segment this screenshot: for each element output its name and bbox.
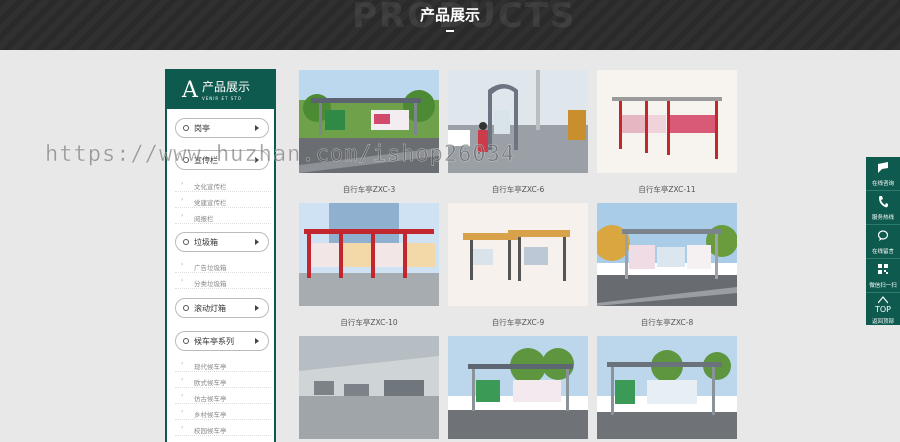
sidebar-header: A 产品展示 VENIR ET STO bbox=[167, 69, 274, 109]
subitem-yuebao[interactable]: › 阅报栏 bbox=[175, 209, 271, 224]
category-label: 滚动灯箱 bbox=[194, 304, 226, 313]
subitem-label: 欧式候车亭 bbox=[194, 379, 227, 387]
bullet-icon bbox=[183, 305, 189, 311]
product-name[interactable]: 自行车亭ZXC-6 bbox=[448, 184, 588, 195]
subitem-xiaoyuan[interactable]: › 校园候车亭 bbox=[175, 421, 271, 436]
qrcode-icon bbox=[878, 264, 888, 274]
product-image[interactable] bbox=[448, 336, 588, 439]
arrow-up-icon bbox=[878, 296, 888, 304]
product-image[interactable] bbox=[299, 336, 439, 439]
message-icon bbox=[878, 230, 888, 241]
product-image[interactable] bbox=[299, 70, 439, 173]
arrow-right-icon bbox=[255, 239, 259, 245]
category-label: 候车亭系列 bbox=[194, 337, 234, 346]
subitem-label: 现代候车亭 bbox=[194, 363, 227, 371]
arrow-right-icon bbox=[255, 305, 259, 311]
product-name[interactable]: 自行车亭ZXC-11 bbox=[597, 184, 737, 195]
float-label: 服务热线 bbox=[871, 215, 894, 221]
wechat-scan-button[interactable]: 微信扫一扫 bbox=[866, 259, 900, 293]
page-title: 产品展示 bbox=[419, 6, 480, 24]
sidebar-subtitle: VENIR ET STO bbox=[202, 96, 242, 101]
bullet-icon: › bbox=[181, 392, 184, 399]
title-underline bbox=[446, 30, 454, 32]
bullet-icon: › bbox=[181, 408, 184, 415]
product-name[interactable]: 自行车亭ZXC-10 bbox=[299, 317, 439, 328]
bullet-icon: › bbox=[181, 376, 184, 383]
product-name[interactable]: 自行车亭ZXC-9 bbox=[448, 317, 588, 328]
bullet-icon: › bbox=[181, 196, 184, 203]
category-xuanchuanlan[interactable]: 宣传栏 bbox=[175, 150, 269, 170]
bullet-icon: › bbox=[181, 212, 184, 219]
back-to-top-button[interactable]: TOP 返回顶部 bbox=[866, 293, 900, 327]
bullet-icon: › bbox=[181, 277, 184, 284]
sidebar-letter: A bbox=[182, 78, 198, 103]
floating-contact-bar: 在线咨询 服务热线 在线留言 微信扫一扫 TOP 返回顶部 bbox=[866, 157, 900, 325]
subitem-dangjian[interactable]: › 党建宣传栏 bbox=[175, 193, 271, 208]
category-label: 宣传栏 bbox=[194, 156, 218, 165]
subitem-wenhua[interactable]: › 文化宣传栏 bbox=[175, 177, 271, 192]
subitem-label: 分类垃圾箱 bbox=[194, 280, 227, 288]
top-text: TOP bbox=[874, 305, 891, 314]
chat-icon bbox=[878, 162, 888, 173]
product-image[interactable] bbox=[597, 336, 737, 439]
online-message-button[interactable]: 在线留言 bbox=[866, 225, 900, 259]
arrow-right-icon bbox=[255, 125, 259, 131]
subitem-label: 乡村候车亭 bbox=[194, 411, 227, 419]
bullet-icon bbox=[183, 338, 189, 344]
bullet-icon bbox=[183, 157, 189, 163]
page-banner: PRODUCTS 产品展示 bbox=[0, 0, 900, 50]
watermark-text: https://www.huzhan.com/ishop26034 bbox=[45, 142, 516, 167]
category-lajixiang[interactable]: 垃圾箱 bbox=[175, 232, 269, 252]
category-label: 岗亭 bbox=[194, 124, 210, 133]
product-image[interactable] bbox=[448, 70, 588, 173]
bullet-icon: › bbox=[181, 424, 184, 431]
category-gundong-dengxiang[interactable]: 滚动灯箱 bbox=[175, 298, 269, 318]
phone-icon bbox=[879, 196, 888, 208]
float-label: 在线留言 bbox=[871, 249, 894, 255]
bullet-icon: › bbox=[181, 360, 184, 367]
online-consult-button[interactable]: 在线咨询 bbox=[866, 157, 900, 191]
float-label: 在线咨询 bbox=[871, 181, 894, 187]
subitem-label: 校园候车亭 bbox=[194, 427, 227, 435]
bullet-icon bbox=[183, 239, 189, 245]
product-name[interactable]: 自行车亭ZXC-3 bbox=[299, 184, 439, 195]
subitem-oushi[interactable]: › 欧式候车亭 bbox=[175, 373, 271, 388]
subitem-fenlei-laji[interactable]: › 分类垃圾箱 bbox=[175, 274, 271, 289]
float-label: 微信扫一扫 bbox=[869, 283, 897, 289]
category-houcheting[interactable]: 候车亭系列 bbox=[175, 331, 269, 351]
bullet-icon: › bbox=[181, 261, 184, 268]
category-gangting[interactable]: 岗亭 bbox=[175, 118, 269, 138]
service-hotline-button[interactable]: 服务热线 bbox=[866, 191, 900, 225]
arrow-right-icon bbox=[255, 157, 259, 163]
bullet-icon: › bbox=[181, 180, 184, 187]
subitem-xiangcun[interactable]: › 乡村候车亭 bbox=[175, 405, 271, 420]
product-sidebar: A 产品展示 VENIR ET STO 岗亭 宣传栏 › 文化宣传栏 › 党建宣传栏… bbox=[165, 69, 276, 442]
subitem-label: 阅报栏 bbox=[194, 215, 214, 223]
category-label: 垃圾箱 bbox=[194, 238, 218, 247]
subitem-xiandai[interactable]: › 现代候车亭 bbox=[175, 357, 271, 372]
subitem-guanggao-laji[interactable]: › 广告垃圾箱 bbox=[175, 258, 271, 273]
subitem-label: 广告垃圾箱 bbox=[194, 264, 227, 272]
product-image[interactable] bbox=[448, 203, 588, 306]
product-image[interactable] bbox=[597, 70, 737, 173]
subitem-fanggu[interactable]: › 仿古候车亭 bbox=[175, 389, 271, 404]
sidebar-title: 产品展示 bbox=[202, 80, 251, 94]
bullet-icon bbox=[183, 125, 189, 131]
subitem-label: 文化宣传栏 bbox=[194, 183, 227, 191]
product-image[interactable] bbox=[597, 203, 737, 306]
product-image[interactable] bbox=[299, 203, 439, 306]
subitem-label: 仿古候车亭 bbox=[194, 395, 227, 403]
arrow-right-icon bbox=[255, 338, 259, 344]
float-label: 返回顶部 bbox=[871, 319, 894, 325]
subitem-label: 党建宣传栏 bbox=[194, 199, 227, 207]
product-name[interactable]: 自行车亭ZXC-8 bbox=[597, 317, 737, 328]
